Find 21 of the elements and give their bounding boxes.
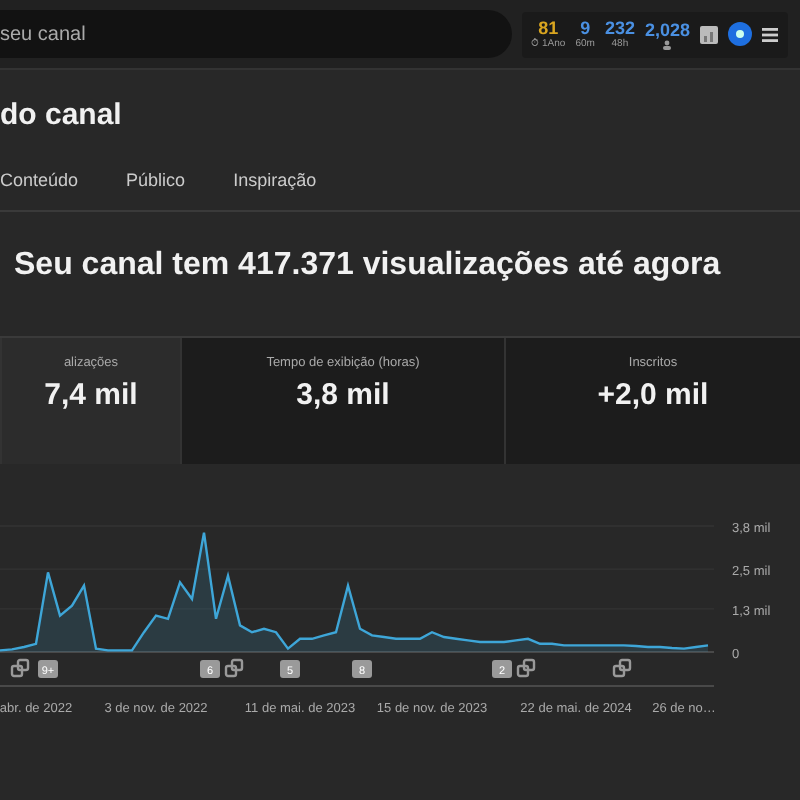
stat-value: 9	[580, 17, 591, 37]
stat-value: 2,028	[644, 19, 690, 39]
tab[interactable]: Conteúdo	[0, 166, 79, 210]
headline: Seu canal tem 417.371 visualizações até agora	[14, 248, 723, 286]
metric-value: 3,8 mil	[296, 378, 390, 412]
link-icon[interactable]	[612, 658, 632, 678]
link-icon[interactable]	[224, 658, 244, 678]
tab[interactable]: Inspiração	[233, 166, 317, 210]
metric-value: 7,4 mil	[44, 378, 138, 412]
link-icon[interactable]	[516, 658, 536, 678]
stat-value: 81	[538, 17, 559, 37]
chart-icon[interactable]	[700, 25, 718, 43]
stat-value: 232	[604, 17, 635, 37]
page-title: do canal	[0, 98, 124, 136]
link-icon[interactable]	[10, 658, 30, 678]
metric-value: +2,0 mil	[597, 378, 709, 412]
search-field[interactable]: seu canal	[0, 10, 512, 58]
person-icon	[662, 39, 673, 49]
tab[interactable]: Público	[126, 166, 186, 210]
profile-icon[interactable]	[728, 22, 752, 46]
menu-icon[interactable]	[762, 27, 778, 41]
